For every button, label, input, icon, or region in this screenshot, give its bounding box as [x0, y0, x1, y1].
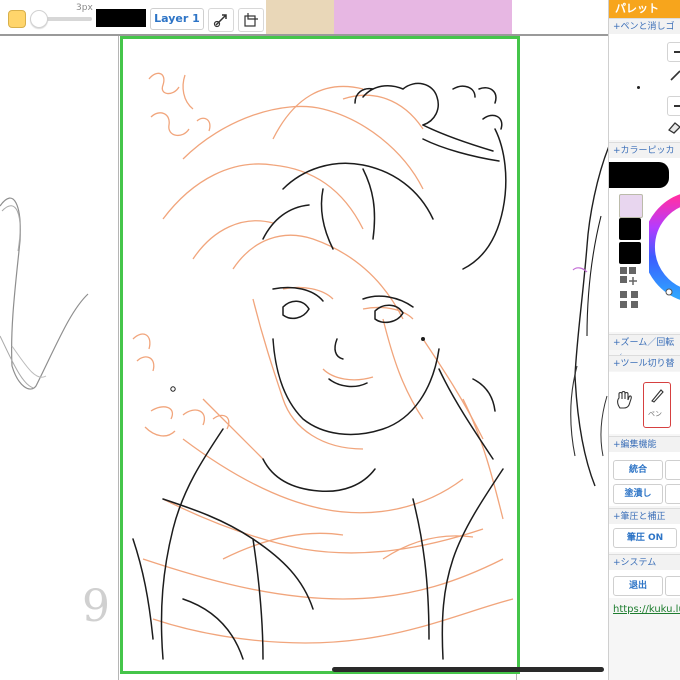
merge-label: 統合 — [628, 465, 647, 475]
undo-button[interactable] — [665, 484, 680, 504]
lasso-select-button[interactable] — [208, 8, 234, 32]
pen-icon — [651, 389, 664, 403]
active-page-frame[interactable] — [120, 36, 520, 674]
page-thumbnail-next[interactable] — [334, 0, 512, 34]
sketch-dot — [170, 386, 176, 392]
size-decrease-button[interactable] — [667, 42, 680, 62]
opacity-decrease-button[interactable] — [667, 96, 680, 116]
section-color-picker[interactable]: +カラーピッカー — [609, 142, 680, 172]
pressure-panel: 筆圧 ON — [609, 524, 680, 552]
current-color-bar[interactable] — [609, 162, 669, 188]
pen-icon[interactable] — [669, 68, 680, 82]
palette-title[interactable]: パレット — [609, 0, 680, 18]
page-number-left: 9 — [82, 581, 110, 632]
horizontal-scrollbar[interactable] — [332, 667, 604, 672]
minus-icon — [674, 105, 680, 107]
top-toolbar: 3px Layer 1 — [0, 0, 610, 34]
color-swatch-3[interactable] — [619, 242, 641, 264]
kuku-link[interactable]: https://kuku.lu — [613, 604, 680, 615]
hand-icon[interactable] — [615, 390, 633, 410]
system-panel: 退出 — [609, 570, 680, 598]
color-picker-panel — [609, 158, 680, 332]
tool-palette: パレット +ペンと消しゴム +カラーピッカー — [608, 0, 680, 680]
lasso-select-icon — [213, 14, 227, 28]
transform-button[interactable] — [238, 8, 264, 32]
section-pen-eraser[interactable]: +ペンと消しゴム — [609, 18, 680, 48]
layer-select-button[interactable]: Layer 1 — [150, 8, 204, 30]
brush-size-value: 3px — [76, 3, 93, 13]
edit-extra-button[interactable] — [665, 460, 680, 480]
minus-icon — [674, 51, 680, 53]
page-boundary-left — [118, 36, 119, 680]
pressure-label: 筆圧 ON — [626, 533, 664, 543]
character-sketch — [132, 72, 514, 660]
pressure-toggle-button[interactable]: 筆圧 ON — [613, 528, 677, 548]
primary-color-swatch[interactable] — [8, 10, 26, 28]
page-thumbnail-prev[interactable] — [266, 0, 334, 34]
pen-tool-button[interactable]: ペン — [643, 382, 671, 428]
fill-button[interactable]: 塗潰し — [613, 484, 663, 504]
section-zoom-rotate[interactable]: +ズーム／回転／ — [609, 334, 680, 364]
section-tool-switch[interactable]: +ツール切り替え — [609, 355, 680, 385]
edit-functions-panel: 統合 塗潰し — [609, 452, 680, 506]
brush-dot-preview — [637, 86, 640, 89]
fill-label: 塗潰し — [624, 489, 652, 499]
right-page-sketch — [570, 145, 609, 487]
transform-icon — [244, 13, 258, 27]
color-wheel[interactable] — [649, 192, 680, 302]
swatch-manager-icon[interactable] — [619, 290, 641, 310]
tool-switch-panel: ペン — [609, 372, 680, 434]
brush-size-slider-knob[interactable] — [30, 10, 48, 28]
users-button[interactable] — [665, 576, 680, 596]
add-swatch-icon[interactable] — [619, 266, 641, 286]
section-system[interactable]: +システム — [609, 554, 680, 570]
eraser-icon[interactable] — [667, 120, 680, 134]
exit-label: 退出 — [628, 581, 647, 591]
canvas-area[interactable]: 9 10 — [0, 36, 610, 680]
sketch-dot — [421, 337, 425, 341]
section-pressure-correction[interactable]: +筆圧と補正 — [609, 508, 680, 524]
pen-tool-label: ペン — [648, 410, 662, 418]
color-swatch-2[interactable] — [619, 218, 641, 240]
color-swatch-1[interactable] — [619, 194, 643, 218]
pen-eraser-panel — [609, 34, 680, 140]
merge-button[interactable]: 統合 — [613, 460, 663, 480]
brush-color-preview[interactable] — [96, 9, 146, 27]
section-edit-functions[interactable]: +編集機能 — [609, 436, 680, 452]
exit-button[interactable]: 退出 — [613, 576, 663, 596]
